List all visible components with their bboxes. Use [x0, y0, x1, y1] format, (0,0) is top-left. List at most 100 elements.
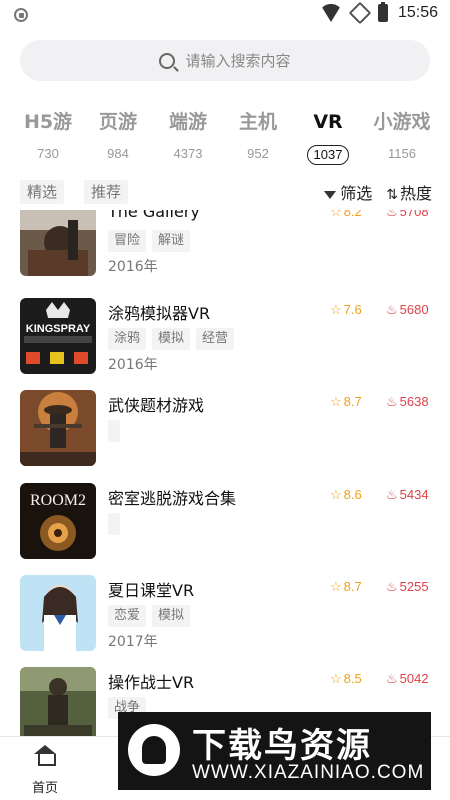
- chip-recommended[interactable]: 推荐: [84, 180, 129, 204]
- game-heat: ♨ 5255: [386, 579, 429, 595]
- flame-icon: ♨: [386, 487, 398, 502]
- tab-vr[interactable]: VR 1037: [293, 108, 363, 165]
- star-icon: ☆: [330, 487, 342, 502]
- rating-value: 8.7: [343, 394, 362, 409]
- cover-text: ROOM2: [30, 492, 86, 509]
- heat-value: 5708: [399, 210, 429, 219]
- rating-value: 8.6: [343, 487, 362, 502]
- star-icon: ☆: [330, 210, 342, 219]
- star-icon: ☆: [330, 579, 342, 594]
- game-tags: 涂鸦 模拟 经营: [108, 328, 235, 350]
- tag: 解谜: [152, 230, 191, 252]
- heat-value: 5638: [399, 394, 429, 409]
- tag: 模拟: [152, 605, 191, 627]
- cover-text: KINGSPRAY: [26, 323, 91, 335]
- filter-controls: 筛选 ⇅ 热度: [324, 178, 432, 206]
- game-rating: ☆ 8.7: [330, 579, 362, 595]
- star-icon: ☆: [330, 671, 342, 686]
- battery-icon: [377, 2, 388, 22]
- game-title: 操作战士VR: [108, 673, 195, 692]
- rating-value: 8.2: [343, 210, 362, 219]
- flame-icon: ♨: [386, 671, 398, 686]
- watermark-title: 下载鸟资源: [192, 726, 372, 766]
- tag: 冒险: [108, 230, 147, 252]
- tab-console[interactable]: 主机 952: [223, 108, 293, 165]
- tab-count: 984: [107, 146, 129, 161]
- filter-button[interactable]: 筛选: [324, 180, 372, 204]
- rating-value: 8.7: [343, 579, 362, 594]
- game-rating: ☆ 8.6: [330, 487, 362, 503]
- list-item[interactable]: The Gallery 冒险 解谜 2016年 ☆ 8.2 ♨ 5708: [0, 210, 450, 292]
- game-title: 武侠题材游戏: [108, 396, 205, 415]
- sort-button[interactable]: ⇅ 热度: [386, 180, 432, 204]
- flame-icon: ♨: [386, 302, 398, 317]
- search-placeholder: 请输入搜索内容: [185, 52, 291, 70]
- status-icons: 15:56: [319, 1, 438, 25]
- nav-home[interactable]: 首页: [22, 745, 68, 796]
- game-cover: [20, 667, 96, 736]
- list-item[interactable]: KINGSPRAY 涂鸦模拟器VR 涂鸦 模拟 经营 2016年 ☆ 7.6 ♨ 5…: [0, 298, 450, 390]
- flame-icon: ♨: [386, 579, 398, 594]
- list-item[interactable]: ROOM2 密室逃脱游戏合集 ☆ 8.6 ♨ 5434: [0, 483, 450, 575]
- search-icon: [159, 52, 176, 69]
- tag: 模拟: [152, 328, 191, 350]
- game-year: 2016年: [108, 357, 158, 373]
- tab-count: 730: [37, 146, 59, 161]
- game-rating: ☆ 8.2: [330, 210, 362, 220]
- tab-label: H5游: [23, 111, 73, 133]
- watermark-url: WWW.XIAZAINIAO.COM: [192, 762, 425, 783]
- heat-value: 5042: [399, 671, 429, 686]
- rating-value: 8.5: [343, 671, 362, 686]
- game-rating: ☆ 7.6: [330, 302, 362, 318]
- tab-count: 1037: [306, 145, 350, 165]
- tab-web-games[interactable]: 页游 984: [83, 108, 153, 165]
- game-title: 涂鸦模拟器VR: [108, 304, 211, 323]
- chip-featured[interactable]: 精选: [20, 180, 65, 204]
- game-tags: 恋爱 模拟: [108, 605, 191, 627]
- game-heat: ♨ 5708: [386, 210, 429, 220]
- heat-value: 5680: [399, 302, 429, 317]
- game-heat: ♨ 5434: [386, 487, 429, 503]
- tag: [108, 420, 120, 442]
- tab-count: 1156: [388, 146, 416, 161]
- search-input[interactable]: 请输入搜索内容: [20, 40, 430, 81]
- status-bar: 15:56: [0, 0, 450, 30]
- heat-value: 5255: [399, 579, 429, 594]
- shield-icon: [14, 8, 28, 22]
- game-cover: [20, 575, 96, 651]
- tab-label: VR: [313, 111, 343, 133]
- flame-icon: ♨: [386, 394, 398, 409]
- wifi-icon: [319, 4, 342, 22]
- tag: 涂鸦: [108, 328, 147, 350]
- list-item[interactable]: 夏日课堂VR 恋爱 模拟 2017年 ☆ 8.7 ♨ 5255: [0, 575, 450, 667]
- game-heat: ♨ 5680: [386, 302, 429, 318]
- filter-row: 精选 推荐 筛选 ⇅ 热度: [20, 178, 432, 206]
- filter-label: 筛选: [340, 184, 373, 203]
- game-cover: ROOM2: [20, 483, 96, 559]
- game-heat: ♨ 5042: [386, 671, 429, 687]
- star-icon: ☆: [330, 302, 342, 317]
- tab-client-games[interactable]: 端游 4373: [153, 108, 223, 165]
- game-cover: [20, 390, 96, 466]
- game-year: 2016年: [108, 259, 158, 275]
- watermark-logo-icon: [128, 724, 180, 776]
- tag: 恋爱: [108, 605, 147, 627]
- tab-label: 小游戏: [373, 111, 431, 133]
- tag: 经营: [196, 328, 235, 350]
- game-year: 2017年: [108, 634, 158, 650]
- tab-mini-games[interactable]: 小游戏 1156: [367, 108, 437, 165]
- list-item[interactable]: 武侠题材游戏 ☆ 8.7 ♨ 5638: [0, 390, 450, 482]
- tab-h5[interactable]: H5游 730: [13, 108, 83, 165]
- sort-icon: ⇅: [386, 186, 398, 203]
- tab-label: 端游: [168, 111, 207, 133]
- game-rating: ☆ 8.5: [330, 671, 362, 687]
- tab-label: 主机: [238, 111, 277, 133]
- status-time: 15:56: [397, 4, 438, 21]
- no-signal-icon: [348, 1, 372, 25]
- game-title: 密室逃脱游戏合集: [108, 489, 237, 508]
- game-list: The Gallery 冒险 解谜 2016年 ☆ 8.2 ♨ 5708 KINGS…: [0, 210, 450, 736]
- game-tags: [108, 513, 120, 535]
- game-rating: ☆ 8.7: [330, 394, 362, 410]
- game-tags: [108, 420, 120, 442]
- tab-count: 4373: [173, 146, 203, 161]
